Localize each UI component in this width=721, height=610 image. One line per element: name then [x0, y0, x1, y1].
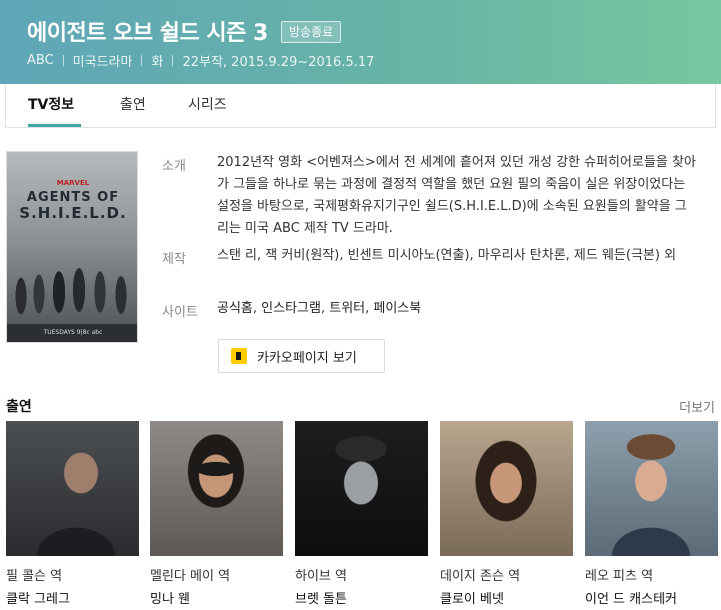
tab-cast[interactable]: 출연 — [120, 94, 146, 114]
cast-card[interactable]: 필 콜슨 역 클락 그레그 — [6, 421, 139, 607]
more-link[interactable]: 더보기 — [679, 397, 715, 416]
tab-bar: TV정보 출연 시리즈 — [5, 84, 716, 128]
meta-network[interactable]: ABC — [27, 53, 54, 68]
cast-actor: 클락 그레그 — [6, 592, 70, 607]
intro-text: 2012년작 영화 <어벤져스>에서 전 세계에 흩어져 있던 개성 강한 슈퍼… — [217, 155, 696, 236]
poster-image[interactable]: MARVEL AGENTS OF S.H.I.E.L.D. TUESDAYS 9… — [6, 151, 138, 343]
site-link-twitter[interactable]: 트위터 — [329, 301, 365, 316]
cast-section-title: 출연 — [6, 399, 32, 415]
site-label: 사이트 — [162, 305, 198, 320]
cast-role: 필 콜슨 역 — [6, 569, 63, 584]
cast-actor: 클로이 베넷 — [440, 592, 504, 607]
meta-genre: 미국드라마 — [72, 55, 133, 70]
meta-divider — [172, 55, 174, 66]
cast-role: 멜린다 메이 역 — [150, 569, 231, 584]
cast-actor: 이언 드 캐스테커 — [585, 592, 677, 607]
site-links: 공식홈, 인스타그램, 트위터, 페이스북 — [217, 301, 422, 316]
status-badge: 방송종료 — [281, 21, 342, 43]
poster-title-line: AGENTS OF — [26, 190, 120, 205]
active-tab-indicator — [28, 124, 81, 127]
site-link-instagram[interactable]: 인스타그램 — [261, 301, 321, 316]
poster-title-line: S.H.I.E.L.D. — [19, 204, 127, 222]
poster-marvel-logo: MARVEL — [56, 179, 90, 187]
cast-card[interactable]: 데이지 존슨 역 클로이 베넷 — [440, 421, 573, 607]
kakaopage-button[interactable]: 카카오페이지 보기 — [218, 339, 385, 373]
kakaopage-button-label: 카카오페이지 보기 — [257, 350, 357, 366]
cast-actor: 밍나 웬 — [150, 592, 191, 607]
cast-role: 하이브 역 — [295, 569, 347, 584]
cast-photo — [585, 421, 718, 556]
production-text: 스탠 리, 잭 커비(원작), 빈센트 미시아노(연출), 마우리사 탄차론, … — [217, 248, 677, 263]
cast-photo — [295, 421, 428, 556]
page-title: 에이전트 오브 쉴드 시즌 3 — [27, 21, 268, 46]
meta-airday: 화 — [151, 55, 164, 70]
poster-footer: TUESDAYS 9|8c abc — [7, 324, 137, 342]
cast-card[interactable]: 레오 피츠 역 이언 드 캐스테커 — [585, 421, 718, 607]
cast-photo — [150, 421, 283, 556]
cast-actor: 브렛 돌튼 — [295, 592, 347, 607]
program-meta: ABC 미국드라마 화 22부작, 2015.9.29~2016.5.17 — [27, 51, 374, 70]
tab-series[interactable]: 시리즈 — [188, 94, 227, 114]
meta-divider — [62, 55, 64, 66]
meta-divider — [141, 55, 143, 66]
production-label: 제작 — [162, 252, 186, 267]
intro-label: 소개 — [162, 159, 186, 174]
cast-role: 레오 피츠 역 — [585, 569, 654, 584]
cast-photo — [6, 421, 139, 556]
cast-card[interactable]: 하이브 역 브렛 돌튼 — [295, 421, 428, 607]
site-link-official[interactable]: 공식홈 — [217, 301, 253, 316]
title-header: 에이전트 오브 쉴드 시즌 3 방송종료 ABC 미국드라마 화 22부작, 2… — [0, 0, 721, 84]
meta-episodes: 22부작, 2015.9.29~2016.5.17 — [182, 55, 375, 70]
cast-photo — [440, 421, 573, 556]
cast-card[interactable]: 멜린다 메이 역 밍나 웬 — [150, 421, 283, 607]
poster-characters — [7, 246, 137, 324]
site-link-facebook[interactable]: 페이스북 — [373, 301, 421, 316]
kakaopage-icon — [231, 348, 247, 364]
cast-role: 데이지 존슨 역 — [440, 569, 521, 584]
tab-tv-info[interactable]: TV정보 — [28, 94, 74, 114]
